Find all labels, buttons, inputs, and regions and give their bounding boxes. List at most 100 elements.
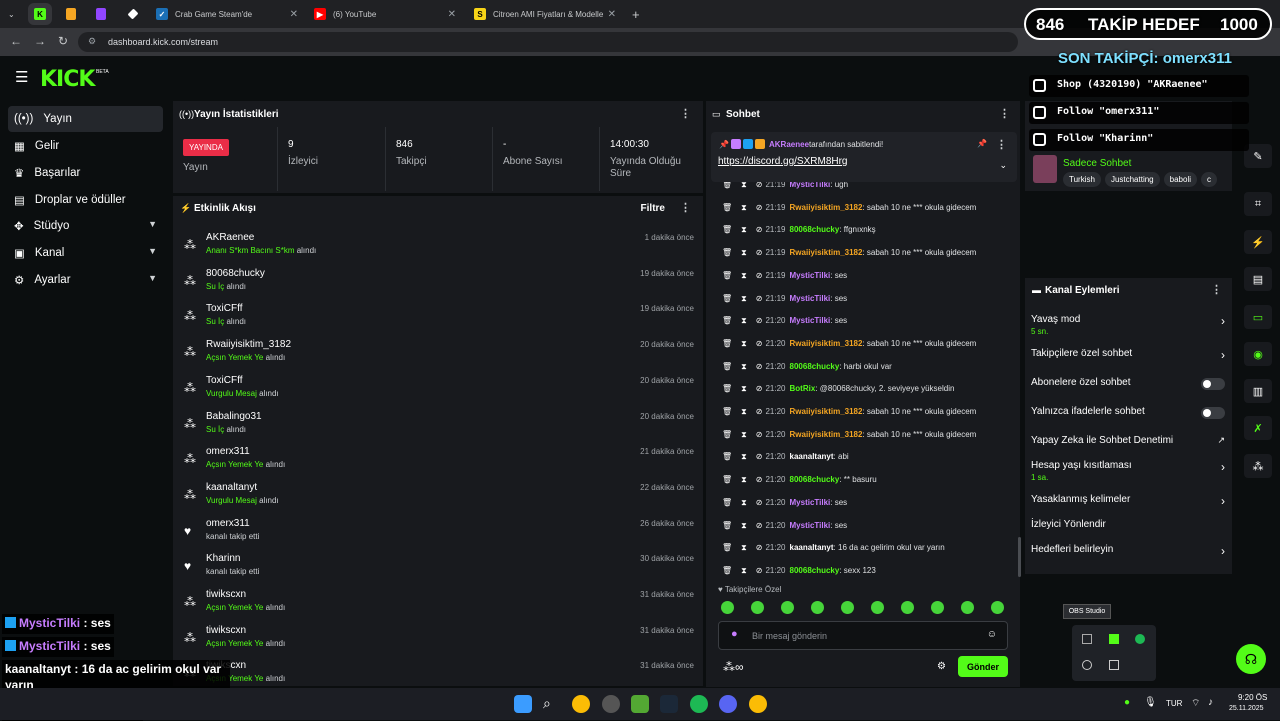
activity-menu-icon[interactable]: ⋮ [680,201,691,214]
channel-action-item[interactable]: Yalnızca ifadelerle sohbet [1031,406,1231,419]
channel-action-item[interactable]: Hedefleri belirleyin › [1031,544,1231,558]
delete-message-icon[interactable]: 🗑 [722,225,732,234]
activity-user[interactable]: AKRaenee [206,232,254,243]
pinned-link[interactable]: https://discord.gg/SXRM8Hrg [718,156,848,167]
activity-user[interactable]: 80068chucky [206,268,265,279]
timeout-icon[interactable]: ⧗ [741,543,747,552]
emote-icon[interactable] [931,601,944,614]
support-icon[interactable]: ☊ [1236,644,1266,674]
emote-icon[interactable] [781,601,794,614]
message-user[interactable]: MysticTilki [790,498,831,507]
ban-icon[interactable]: ⊘ [756,452,763,461]
channel-action-item[interactable]: Abonelere özel sohbet [1031,377,1231,390]
emoji-icon[interactable]: ☺ [987,629,997,640]
delete-message-icon[interactable]: 🗑 [722,566,732,575]
activity-user[interactable]: tiwikscxn [206,625,246,636]
sidebar-item-yayin[interactable]: ((•)) Yayın [8,106,163,132]
timeout-icon[interactable]: ⧗ [741,339,747,348]
emote-icon[interactable] [811,601,824,614]
minecraft-icon[interactable] [631,695,649,713]
stats-menu-icon[interactable]: ⋮ [680,107,691,120]
channel-action-item[interactable]: Takipçilere özel sohbet › [1031,348,1231,362]
tab-youtube[interactable]: ▶ (6) YouTube ✕ [306,3,462,25]
tray-kick-icon[interactable] [1109,634,1119,644]
message-user[interactable]: MysticTilki [790,294,831,303]
ban-icon[interactable]: ⊘ [756,316,763,325]
timeout-icon[interactable]: ⧗ [741,271,747,280]
clipboard-icon[interactable]: ▤ [1244,267,1272,291]
reload-icon[interactable]: ↻ [58,34,68,48]
sidebar-item-studyo[interactable]: ✥ Stüdyo ▼ [8,213,163,239]
forward-icon[interactable]: → [34,34,46,48]
layout-tool-icon[interactable]: ▥ [1244,379,1272,403]
close-icon[interactable]: ✕ [608,9,616,20]
chrome-profile-icon[interactable] [749,695,767,713]
timeout-icon[interactable]: ⧗ [741,316,747,325]
message-user[interactable]: Rwaiiyisiktim_3182 [790,430,863,439]
toggle-switch[interactable] [1201,407,1225,419]
emote-icon[interactable] [991,601,1004,614]
chat-tool-icon[interactable]: ▭ [1244,305,1272,329]
ban-icon[interactable]: ⊘ [756,362,763,371]
sidebar-item-droplar[interactable]: ▤ Droplar ve ödüller [8,187,163,213]
tray-spotify-icon[interactable] [1135,634,1145,644]
tab-steam[interactable]: ✓ Crab Game Steam'de ✕ [148,3,304,25]
tab-pinned-4[interactable] [120,3,146,25]
chat-scrollbar[interactable] [1018,537,1021,577]
delete-message-icon[interactable]: 🗑 [722,339,732,348]
chrome-icon[interactable] [572,695,590,713]
ban-icon[interactable]: ⊘ [756,407,763,416]
timeout-icon[interactable]: ⧗ [741,521,747,530]
channel-action-item[interactable]: Hesap yaşı kısıtlaması 1 sa. › [1031,460,1231,482]
stream-tag[interactable]: Justchatting [1104,172,1160,187]
delete-message-icon[interactable]: 🗑 [722,521,732,530]
timeout-icon[interactable]: ⧗ [741,248,747,257]
delete-message-icon[interactable]: 🗑 [722,362,732,371]
channel-action-item[interactable]: Yavaş mod 5 sn. › [1031,314,1231,336]
activity-user[interactable]: kaanaltanyt [206,482,257,493]
delete-message-icon[interactable]: 🗑 [722,498,732,507]
clock-time[interactable]: 9:20 ÖS [1238,693,1267,702]
stream-tag[interactable]: baboli [1163,172,1197,187]
language-indicator[interactable]: TUR [1166,699,1182,708]
ban-icon[interactable]: ⊘ [756,271,763,280]
delete-message-icon[interactable]: 🗑 [722,316,732,325]
tab-pinned-2[interactable] [58,3,84,25]
ban-icon[interactable]: ⊘ [756,566,763,575]
send-button[interactable]: Gönder [958,656,1008,677]
channel-actions-menu-icon[interactable]: ⋮ [1211,283,1222,296]
tray-app-icon[interactable] [1082,634,1092,644]
stream-tag[interactable]: c [1201,172,1217,187]
back-icon[interactable]: ← [10,34,22,48]
kick-logo[interactable]: KICK [40,67,95,92]
timeout-icon[interactable]: ⧗ [741,407,747,416]
pin-toggle-icon[interactable]: 📌 [977,139,987,148]
steam-icon[interactable] [660,695,678,713]
message-user[interactable]: Rwaiiyisiktim_3182 [790,339,863,348]
ban-icon[interactable]: ⊘ [756,498,763,507]
timeout-icon[interactable]: ⧗ [741,430,747,439]
message-user[interactable]: 80068chucky [790,566,840,575]
message-user[interactable]: Rwaiiyisiktim_3182 [790,407,863,416]
timeout-icon[interactable]: ⧗ [741,225,747,234]
message-user[interactable]: Rwaiiyisiktim_3182 [790,203,863,212]
message-user[interactable]: MysticTilki [790,521,831,530]
emote-icon[interactable] [871,601,884,614]
delete-message-icon[interactable]: 🗑 [722,430,732,439]
ban-icon[interactable]: ⊘ [756,225,763,234]
filter-button[interactable]: Filtre [641,203,665,214]
message-user[interactable]: kaanaltanyt [790,543,834,552]
close-icon[interactable]: ✕ [448,9,456,20]
activity-user[interactable]: omerx311 [206,518,250,529]
sidebar-item-ayarlar[interactable]: ⚙ Ayarlar ▼ [8,267,163,293]
message-user[interactable]: kaanaltanyt [790,452,834,461]
ban-icon[interactable]: ⊘ [756,543,763,552]
pinned-by-user[interactable]: AKRaenee [769,140,809,149]
tray-status-icon[interactable]: ● [1124,697,1130,708]
ban-icon[interactable]: ⊘ [756,521,763,530]
tab-list-button[interactable]: ⌄ [4,3,24,25]
emote-icon[interactable] [901,601,914,614]
stream-tag[interactable]: Turkish [1063,172,1101,187]
message-user[interactable]: 80068chucky [790,362,840,371]
chevron-down-icon[interactable]: ⌄ [999,160,1007,171]
